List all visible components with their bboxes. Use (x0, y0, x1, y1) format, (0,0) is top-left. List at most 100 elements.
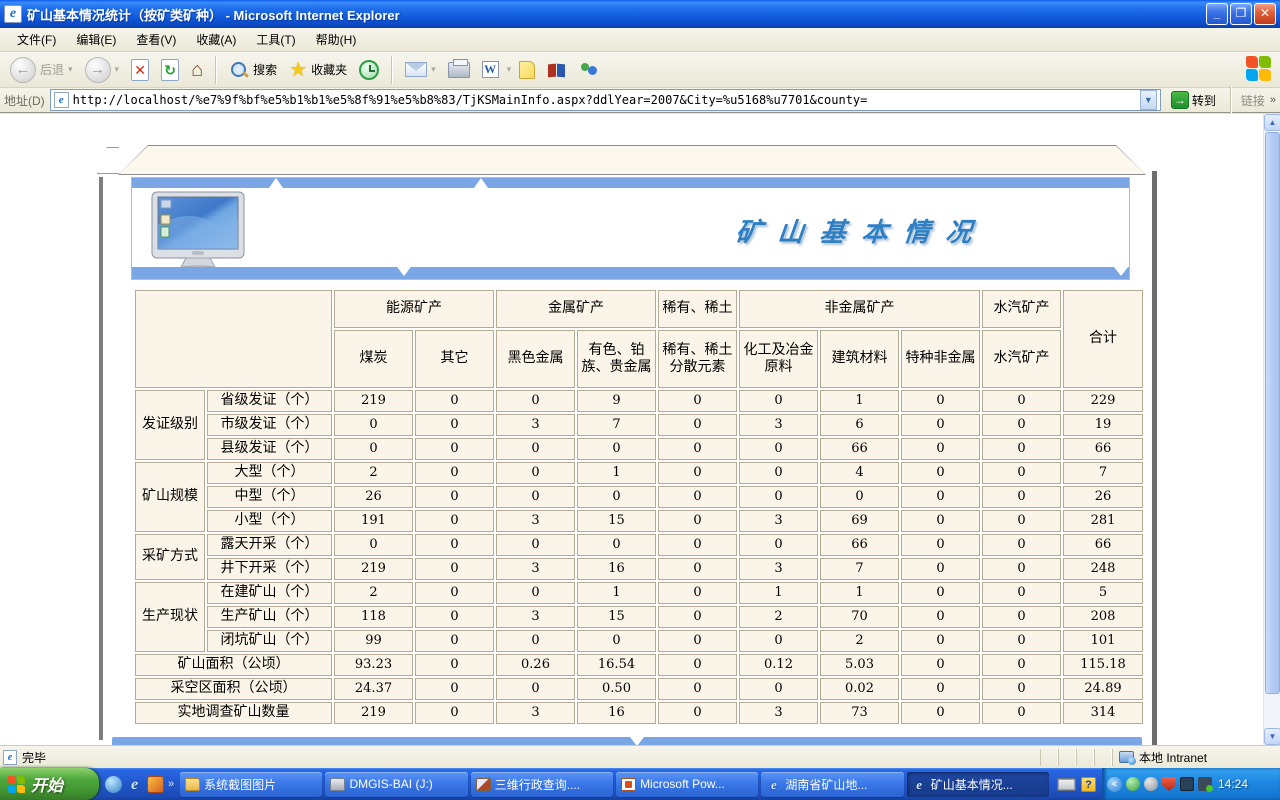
table-cell: 0.50 (577, 678, 656, 700)
links-label[interactable]: 链接 (1241, 92, 1265, 109)
decorative-tab (97, 147, 119, 174)
taskbar-button[interactable]: 系统截图图片 (180, 772, 322, 797)
menu-item[interactable]: 文件(F) (8, 28, 65, 51)
search-button[interactable]: 搜索 (225, 58, 281, 82)
vertical-scrollbar[interactable]: ▲ ▼ (1263, 114, 1280, 745)
keyboard-icon[interactable] (1057, 778, 1076, 791)
home-button[interactable]: ⌂ (187, 57, 207, 83)
content-shadow-right (1152, 171, 1157, 745)
tray-collapse-icon[interactable]: < (1107, 777, 1122, 792)
close-button[interactable]: ✕ (1254, 3, 1276, 25)
mail-button[interactable]: ▾ (401, 60, 440, 79)
history-button[interactable] (355, 58, 383, 82)
start-button[interactable]: 开始 (0, 768, 99, 800)
desktop-icon[interactable] (105, 776, 122, 793)
taskbar-button[interactable]: e矿山基本情况... (907, 772, 1049, 797)
table-cell: 0 (496, 390, 575, 412)
table-cell: 0 (658, 582, 737, 604)
menu-item[interactable]: 查看(V) (127, 28, 185, 51)
media-quicklaunch-icon[interactable] (147, 776, 164, 793)
favorites-button[interactable]: ★ 收藏夹 (285, 58, 351, 82)
table-cell: 0 (415, 510, 494, 532)
table-cell: 0 (658, 606, 737, 628)
quicklaunch-chevron-icon[interactable]: » (168, 778, 174, 790)
notes-button[interactable] (515, 59, 539, 81)
taskbar-button[interactable]: DMGIS-BAI (J:) (325, 772, 467, 797)
refresh-icon: ↻ (161, 59, 179, 81)
table-cell: 0 (496, 534, 575, 556)
back-button[interactable]: ← 后退 ▾ (6, 55, 77, 85)
row-group-label: 矿山规模 (135, 462, 205, 532)
table-body: 发证级别省级发证（个）21900900100229市级发证（个）00370360… (135, 390, 1143, 724)
back-dropdown-icon: ▾ (68, 64, 73, 75)
stop-button[interactable]: ✕ (127, 57, 153, 83)
table-cell: 0 (739, 630, 818, 652)
table-cell: 0 (901, 486, 980, 508)
tray-icon-volume[interactable] (1144, 777, 1158, 791)
row-label: 市级发证（个） (207, 414, 332, 436)
taskbar-button[interactable]: e湖南省矿山地... (761, 772, 903, 797)
print-button[interactable] (444, 60, 474, 80)
address-input[interactable]: e http://localhost/%e7%9f%bf%e5%b1%b1%e5… (50, 89, 1161, 111)
menu-item[interactable]: 编辑(E) (67, 28, 125, 51)
menu-item[interactable]: 帮助(H) (307, 28, 366, 51)
links-chevron-icon[interactable]: » (1270, 94, 1276, 106)
minimize-button[interactable]: _ (1206, 3, 1228, 25)
address-dropdown-icon[interactable]: ▼ (1140, 90, 1157, 110)
taskbar-button[interactable]: Microsoft Pow... (616, 772, 758, 797)
tray-icon-display[interactable] (1180, 777, 1194, 791)
refresh-button[interactable]: ↻ (157, 57, 183, 83)
ie-logo-icon: e (4, 5, 22, 23)
decorative-band (118, 145, 1146, 175)
scroll-up-icon[interactable]: ▲ (1264, 114, 1280, 131)
go-button[interactable]: → 转到 (1166, 90, 1221, 110)
menu-item[interactable]: 收藏(A) (187, 28, 245, 51)
table-cell: 0 (901, 414, 980, 436)
tray-icon-security-alert[interactable] (1162, 777, 1176, 791)
notch (474, 178, 488, 188)
table-cell: 0 (901, 558, 980, 580)
column-header: 化工及冶金原料 (739, 330, 818, 388)
edit-word-button[interactable]: W (478, 59, 503, 80)
tray-icon-network[interactable] (1198, 777, 1212, 791)
tray-icon-antivirus[interactable] (1126, 777, 1140, 791)
row-group-label: 生产现状 (135, 582, 205, 652)
table-row: 生产矿山（个）1180315027000208 (135, 606, 1143, 628)
table-cell: 219 (334, 390, 413, 412)
table-cell: 9 (577, 390, 656, 412)
table-cell: 101 (1063, 630, 1143, 652)
table-cell: 314 (1063, 702, 1143, 724)
research-button[interactable] (543, 60, 571, 80)
row-label: 露天开采（个） (207, 534, 332, 556)
table-cell: 0 (496, 630, 575, 652)
books-icon (547, 62, 567, 78)
taskbar-button[interactable]: 三维行政查询.... (471, 772, 613, 797)
ie-quicklaunch-icon[interactable]: e (126, 776, 143, 793)
menu-item[interactable]: 工具(T) (247, 28, 304, 51)
edit-dropdown-icon[interactable]: ▾ (507, 64, 512, 75)
scroll-down-icon[interactable]: ▼ (1264, 728, 1280, 745)
forward-icon: → (85, 57, 111, 83)
table-cell: 281 (1063, 510, 1143, 532)
summary-row-label: 矿山面积（公顷） (135, 654, 332, 676)
status-page-icon: e (3, 750, 17, 765)
windows-flag-icon (1246, 56, 1272, 82)
table-cell: 7 (820, 558, 899, 580)
home-icon: ⌂ (191, 59, 203, 81)
table-cell: 26 (334, 486, 413, 508)
intranet-icon (1119, 751, 1134, 763)
language-help-icon[interactable]: ? (1081, 777, 1096, 792)
table-cell: 0 (982, 534, 1061, 556)
messenger-button[interactable] (575, 59, 603, 81)
note-icon (519, 61, 535, 79)
forward-button[interactable]: → ▾ (81, 55, 124, 85)
toolbar-separator (215, 56, 217, 84)
table-cell: 0 (658, 486, 737, 508)
row-group-label: 发证级别 (135, 390, 205, 460)
status-bar: e 完毕 本地 Intranet (0, 745, 1280, 768)
restore-button[interactable]: ❐ (1230, 3, 1252, 25)
address-bar: 地址(D) e http://localhost/%e7%9f%bf%e5%b1… (0, 88, 1280, 114)
table-cell: 0 (415, 534, 494, 556)
row-label: 闭坑矿山（个） (207, 630, 332, 652)
scrollbar-thumb[interactable] (1265, 132, 1280, 694)
